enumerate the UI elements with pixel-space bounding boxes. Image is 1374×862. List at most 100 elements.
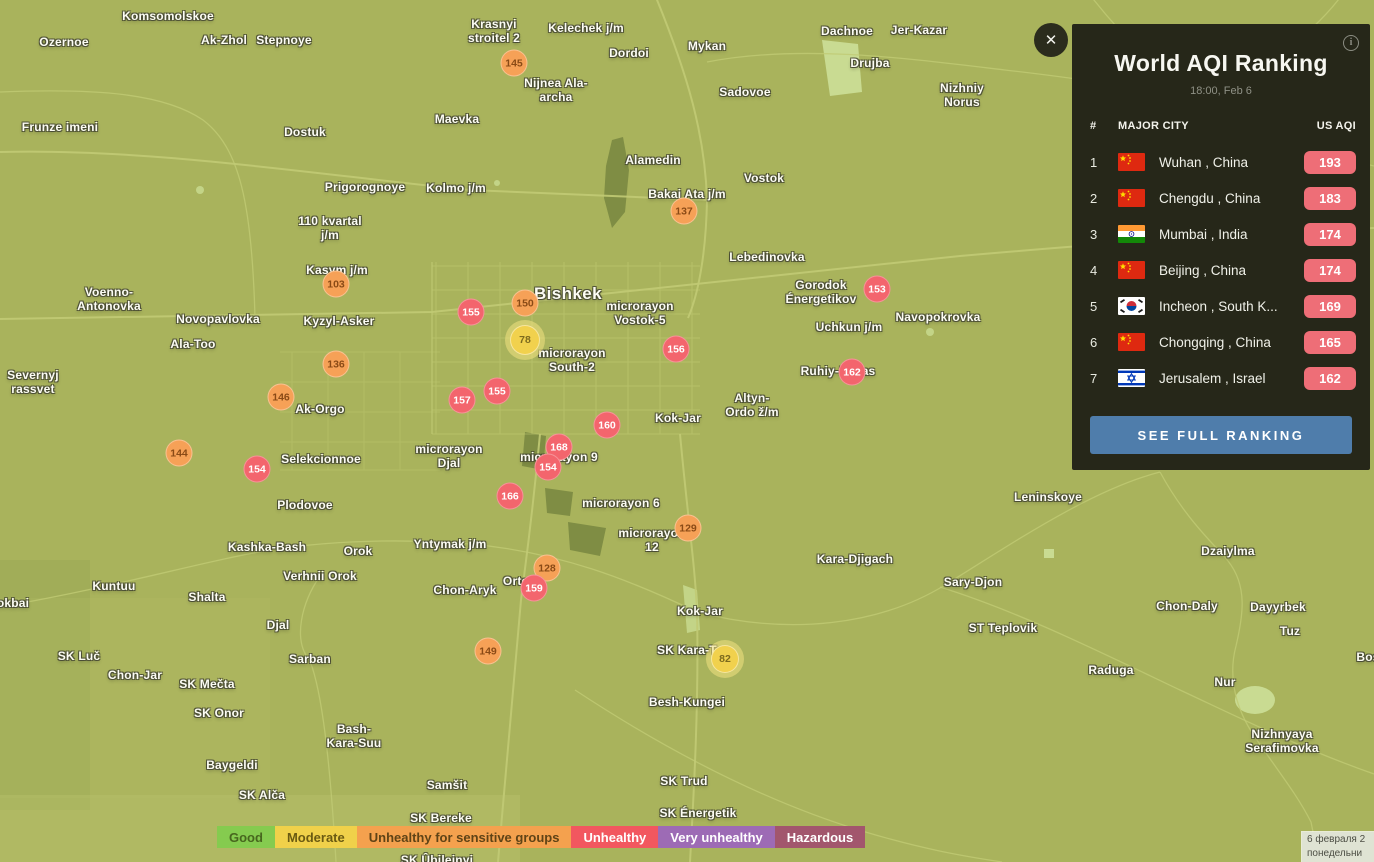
aqi-marker[interactable]: 160 xyxy=(594,412,621,439)
aqi-marker[interactable]: 145 xyxy=(501,50,528,77)
aqi-marker[interactable]: 159 xyxy=(521,575,548,602)
panel-title: World AQI Ranking xyxy=(1072,50,1370,77)
map-label: microrayon Djal xyxy=(415,442,482,470)
aqi-marker[interactable]: 146 xyxy=(268,384,295,411)
map-label: Shalta xyxy=(188,590,225,604)
in-flag-icon xyxy=(1118,225,1145,243)
map-label: Raduga xyxy=(1088,663,1133,677)
map-label: Sadovoe xyxy=(719,85,770,99)
ranking-row[interactable]: 4 Beijing , China174 xyxy=(1090,252,1356,288)
map-label: Drujba xyxy=(850,56,889,70)
aqi-marker[interactable]: 157 xyxy=(449,387,476,414)
legend-hazardous: Hazardous xyxy=(775,826,865,848)
map-label: Nijnea Ala- archa xyxy=(524,76,588,104)
city-name: Jerusalem , Israel xyxy=(1159,371,1304,386)
aqi-marker[interactable]: 154 xyxy=(244,456,271,483)
map-label: Selekcionnoe xyxy=(281,452,361,466)
legend-unhealthy-for-sensitive-groups: Unhealthy for sensitive groups xyxy=(357,826,572,848)
kr-flag-icon xyxy=(1118,297,1145,315)
info-icon[interactable]: i xyxy=(1343,35,1359,51)
map-label: Gorodok Énergetikov xyxy=(786,278,857,306)
aqi-marker[interactable]: 136 xyxy=(323,351,350,378)
aqi-marker[interactable]: 154 xyxy=(535,454,562,481)
world-aqi-ranking-panel: i World AQI Ranking 18:00, Feb 6 # MAJOR… xyxy=(1072,24,1370,470)
air-quality-map-app: KomsomolskoeOzernoeAk-ZholStepnoyeKrasny… xyxy=(0,0,1374,862)
map-label: Ak-Zhol xyxy=(201,33,247,47)
cn-flag-icon xyxy=(1118,333,1145,351)
ranking-row[interactable]: 7 Jerusalem , Israel162 xyxy=(1090,360,1356,396)
map-label: Lebedinovka xyxy=(729,250,805,264)
map-label: Alamedin xyxy=(625,153,681,167)
map-label: Tuz xyxy=(1280,624,1300,638)
map-label: Chon-Daly xyxy=(1156,599,1218,613)
city-name: Wuhan , China xyxy=(1159,155,1304,170)
map-label: Verhnii Orok xyxy=(283,569,357,583)
panel-timestamp: 18:00, Feb 6 xyxy=(1072,85,1370,97)
aqi-marker[interactable]: 155 xyxy=(484,378,511,405)
map-label: Samšit xyxy=(427,778,468,792)
weekday-line: понедельни xyxy=(1307,847,1374,861)
map-label: Nizhniy Norus xyxy=(940,81,984,109)
aqi-marker[interactable]: 153 xyxy=(864,276,891,303)
map-label: SK Alča xyxy=(239,788,285,802)
aqi-marker[interactable]: 129 xyxy=(675,515,702,542)
map-label: Uchkun j/m xyxy=(816,320,883,334)
map-label: SK Mečta xyxy=(179,677,235,691)
map-label: Kara-Djigach xyxy=(817,552,893,566)
ranking-row[interactable]: 3 Mumbai , India174 xyxy=(1090,216,1356,252)
rank-number: 1 xyxy=(1090,155,1118,170)
aqi-marker[interactable]: 103 xyxy=(323,271,350,298)
date-line: 6 февраля 2 xyxy=(1307,833,1374,847)
map-label: Maevka xyxy=(435,112,480,126)
map-label: microrayon Vostok-5 xyxy=(606,299,673,327)
aqi-marker[interactable]: 149 xyxy=(475,638,502,665)
map-label: Voenno- Antonovka xyxy=(77,285,141,313)
map-label: SK Onor xyxy=(194,706,244,720)
aqi-marker[interactable]: 137 xyxy=(671,198,698,225)
map-label: Yntymak j/m xyxy=(414,537,487,551)
aqi-marker[interactable]: 144 xyxy=(166,440,193,467)
ranking-row[interactable]: 5 Incheon , South K...169 xyxy=(1090,288,1356,324)
map-label: Frunze imeni xyxy=(22,120,98,134)
aqi-marker[interactable]: 166 xyxy=(497,483,524,510)
ranking-row[interactable]: 6 Chongqing , China165 xyxy=(1090,324,1356,360)
legend-good: Good xyxy=(217,826,275,848)
aqi-badge: 193 xyxy=(1304,151,1356,174)
ranking-row[interactable]: 2 Chengdu , China183 xyxy=(1090,180,1356,216)
city-name: Incheon , South K... xyxy=(1159,299,1304,314)
map-label: Plodovoe xyxy=(277,498,333,512)
aqi-marker[interactable]: 156 xyxy=(663,336,690,363)
map-label: Bos xyxy=(1356,650,1374,664)
ranking-table-header: # MAJOR CITY US AQI xyxy=(1090,120,1356,132)
cn-flag-icon xyxy=(1118,153,1145,171)
legend-very-unhealthy: Very unhealthy xyxy=(658,826,774,848)
map-label: Dordoi xyxy=(609,46,649,60)
map-label: Stepnoye xyxy=(256,33,312,47)
aqi-marker[interactable]: 155 xyxy=(458,299,485,326)
city-name: Chongqing , China xyxy=(1159,335,1304,350)
aqi-badge: 169 xyxy=(1304,295,1356,318)
map-label: okbai xyxy=(0,596,29,610)
city-name: Chengdu , China xyxy=(1159,191,1304,206)
map-label: microrayon 6 xyxy=(582,496,660,510)
map-label: Ak-Orgo xyxy=(295,402,344,416)
map-label: Vostok xyxy=(744,171,784,185)
aqi-marker[interactable]: 150 xyxy=(512,290,539,317)
map-label: Prigorognoye xyxy=(325,180,405,194)
aqi-marker[interactable]: 162 xyxy=(839,359,866,386)
map-label: Besh-Kungei xyxy=(649,695,725,709)
map-label: Djal xyxy=(267,618,290,632)
map-label: Dayyrbek xyxy=(1250,600,1306,614)
map-label: Leninskoye xyxy=(1014,490,1082,504)
map-label: Chon-Jar xyxy=(108,668,162,682)
map-label: SK Luč xyxy=(58,649,101,663)
see-full-ranking-button[interactable]: SEE FULL RANKING xyxy=(1090,416,1352,454)
city-name: Beijing , China xyxy=(1159,263,1304,278)
map-label: Sary-Djon xyxy=(944,575,1002,589)
cn-flag-icon xyxy=(1118,261,1145,279)
aqi-marker[interactable]: 82 xyxy=(711,645,739,673)
ranking-row[interactable]: 1 Wuhan , China193 xyxy=(1090,144,1356,180)
map-label: Chon-Aryk xyxy=(433,583,496,597)
close-panel-button[interactable]: ✕ xyxy=(1034,23,1068,57)
aqi-marker[interactable]: 78 xyxy=(510,325,540,355)
